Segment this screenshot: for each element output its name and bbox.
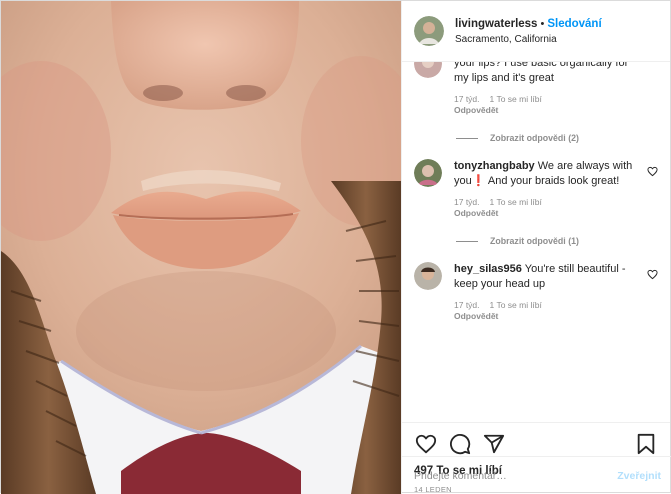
- comment-likes[interactable]: 1 To se mi líbí: [490, 300, 542, 310]
- comment-time[interactable]: 17 týd.: [454, 94, 480, 104]
- save-button[interactable]: [634, 432, 658, 456]
- comment-body: tonyzhangbaby We are always with you❗️ A…: [454, 159, 638, 219]
- add-comment-bar: Zveřejnit: [402, 456, 671, 494]
- comment-button[interactable]: [448, 432, 472, 456]
- heart-icon: [415, 434, 437, 453]
- comments-list[interactable]: your lips? I use basic organically for m…: [402, 62, 670, 422]
- comment-text: your lips? I use basic organically for m…: [454, 62, 629, 84]
- header-separator: •: [540, 18, 545, 30]
- comment-meta: 17 týd. 1 To se mi líbí: [454, 94, 638, 105]
- post-side-panel: livingwaterless • Sledování Sacramento, Ca…: [401, 1, 671, 494]
- commenter-username[interactable]: hey_silas956: [454, 263, 522, 275]
- comment-likes[interactable]: 1 To se mi líbí: [490, 197, 542, 207]
- comment-likes[interactable]: 1 To se mi líbí: [490, 94, 542, 104]
- comment-like-heart-icon[interactable]: [647, 269, 658, 280]
- replies-line: [456, 240, 478, 242]
- view-replies-label: Zobrazit odpovědi (1): [490, 236, 579, 246]
- face-closeup-image: [1, 1, 401, 494]
- replies-line: [456, 137, 478, 139]
- author-username[interactable]: livingwaterless: [455, 18, 537, 30]
- publish-button[interactable]: Zveřejnit: [617, 470, 661, 482]
- reply-button[interactable]: Odpovědět: [454, 208, 638, 219]
- header-text: livingwaterless • Sledování Sacramento, Ca…: [455, 15, 602, 47]
- author-avatar[interactable]: [414, 16, 444, 46]
- instagram-post-modal: livingwaterless • Sledování Sacramento, Ca…: [0, 0, 671, 494]
- comment-input[interactable]: [414, 469, 618, 482]
- commenter-avatar[interactable]: [414, 62, 442, 78]
- view-replies-button[interactable]: Zobrazit odpovědi (2): [456, 133, 658, 143]
- comment-meta: 17 týd. 1 To se mi líbí: [454, 197, 638, 208]
- share-icon: [483, 434, 505, 453]
- comment-icon: [450, 433, 471, 454]
- comment-item: hey_silas956 You're still beautiful - ke…: [414, 262, 658, 322]
- post-location[interactable]: Sacramento, California: [455, 32, 602, 47]
- commenter-avatar[interactable]: [414, 159, 442, 187]
- comment-like-heart-icon[interactable]: [647, 166, 658, 177]
- commenter-username[interactable]: tonyzhangbaby: [454, 160, 535, 172]
- bookmark-icon: [637, 433, 655, 454]
- share-button[interactable]: [482, 432, 506, 456]
- commenter-avatar[interactable]: [414, 262, 442, 290]
- view-replies-button[interactable]: Zobrazit odpovědi (1): [456, 236, 658, 246]
- post-header: livingwaterless • Sledování Sacramento, Ca…: [402, 1, 670, 62]
- post-photo[interactable]: [1, 1, 401, 494]
- reply-button[interactable]: Odpovědět: [454, 311, 638, 322]
- comment-item: your lips? I use basic organically for m…: [414, 62, 658, 116]
- comment-item: tonyzhangbaby We are always with you❗️ A…: [414, 159, 658, 219]
- comment-time[interactable]: 17 týd.: [454, 197, 480, 207]
- comment-body: your lips? I use basic organically for m…: [454, 62, 638, 116]
- comment-body: hey_silas956 You're still beautiful - ke…: [454, 262, 638, 322]
- like-button[interactable]: [414, 432, 438, 456]
- follow-button[interactable]: Sledování: [547, 18, 601, 30]
- view-replies-label: Zobrazit odpovědi (2): [490, 133, 579, 143]
- comment-meta: 17 týd. 1 To se mi líbí: [454, 300, 638, 311]
- reply-button[interactable]: Odpovědět: [454, 105, 638, 116]
- comment-time[interactable]: 17 týd.: [454, 300, 480, 310]
